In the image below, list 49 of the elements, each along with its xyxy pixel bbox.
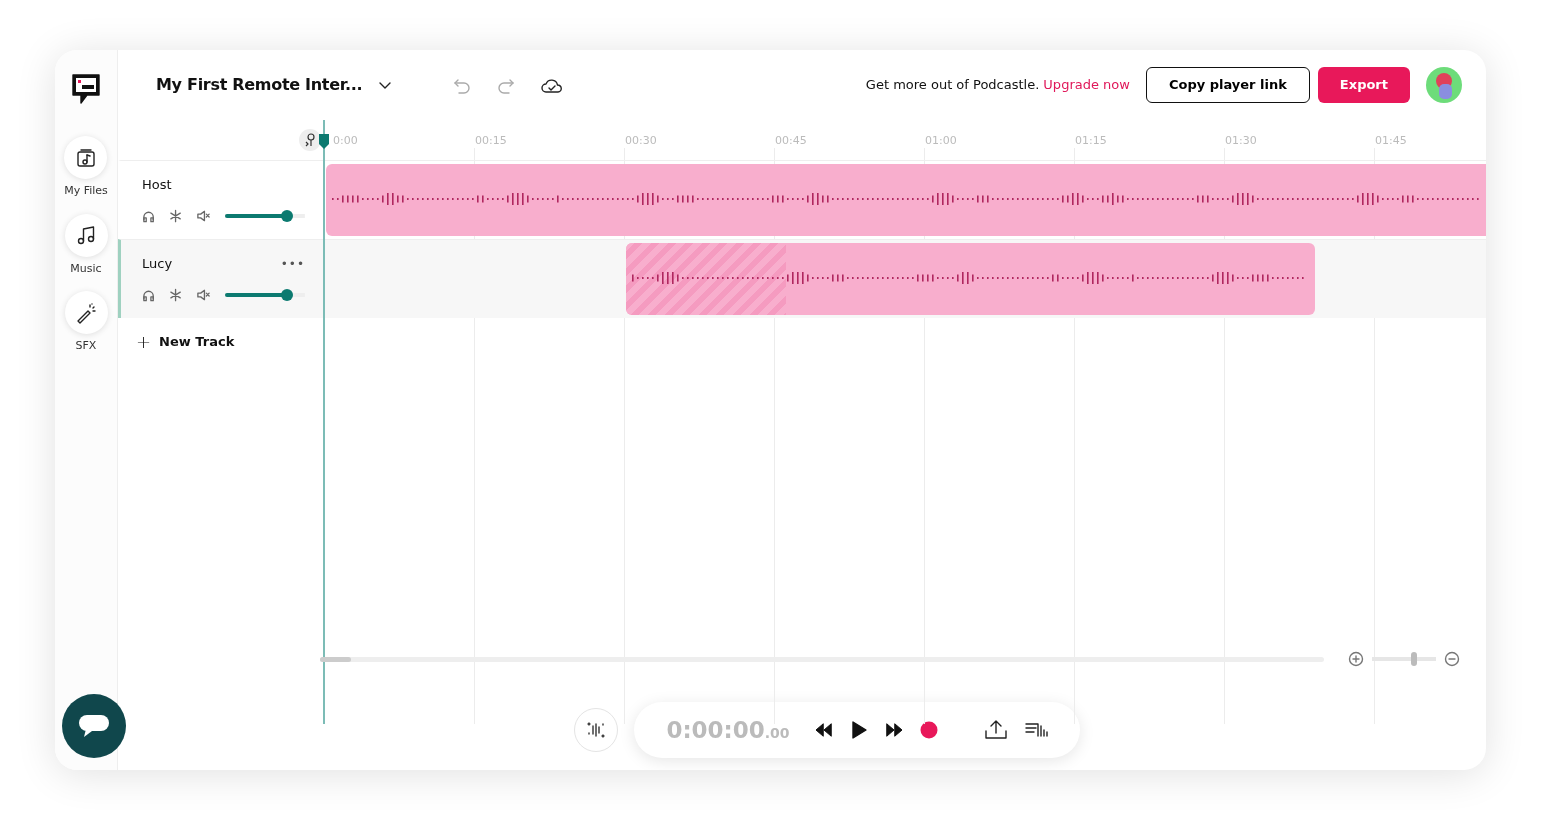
track-header[interactable]: Lucy ••• bbox=[118, 239, 323, 318]
avatar[interactable] bbox=[1426, 67, 1462, 103]
upgrade-link[interactable]: Upgrade now bbox=[1043, 75, 1130, 95]
rewind-icon[interactable] bbox=[813, 721, 834, 739]
mute-icon[interactable] bbox=[196, 287, 212, 302]
fast-forward-icon[interactable] bbox=[883, 721, 904, 739]
more-button[interactable]: ••• bbox=[280, 254, 305, 273]
ai-sound-button[interactable] bbox=[574, 708, 619, 752]
time-label: 0:00 bbox=[333, 133, 358, 149]
mute-icon[interactable] bbox=[196, 208, 212, 223]
time-label: 00:45 bbox=[775, 133, 807, 149]
music-note-icon bbox=[75, 224, 97, 246]
time-label: 01:00 bbox=[925, 133, 957, 149]
upload-icon[interactable] bbox=[983, 719, 1008, 741]
horizontal-scrollbar[interactable] bbox=[320, 656, 1324, 662]
zoom-out-icon[interactable] bbox=[1444, 651, 1460, 667]
sparkle-waveform-icon bbox=[586, 720, 607, 740]
record-button[interactable] bbox=[919, 721, 938, 739]
time-label: 01:15 bbox=[1075, 133, 1107, 149]
time-label: 01:45 bbox=[1375, 133, 1407, 149]
new-track-label[interactable]: New Track bbox=[159, 332, 235, 352]
play-icon[interactable] bbox=[849, 720, 868, 740]
music-file-icon bbox=[75, 146, 97, 169]
zoom-thumb[interactable] bbox=[1410, 652, 1417, 666]
track-name: Host bbox=[142, 176, 172, 194]
promo-text: Get more out of Podcastle. bbox=[865, 76, 1040, 95]
copy-link-button[interactable]: Copy player link bbox=[1145, 67, 1310, 103]
audio-clip[interactable] bbox=[326, 164, 1486, 236]
time-label: 00:30 bbox=[625, 133, 657, 149]
timecode-fraction: .00 bbox=[764, 724, 790, 741]
export-button[interactable]: Export bbox=[1317, 67, 1410, 103]
plus-icon[interactable]: + bbox=[136, 332, 152, 351]
audio-settings-icon[interactable] bbox=[1023, 720, 1048, 740]
snap-pin-icon[interactable] bbox=[299, 129, 321, 151]
volume-thumb[interactable] bbox=[281, 209, 294, 222]
time-label: 00:15 bbox=[475, 133, 507, 149]
audio-clip[interactable] bbox=[626, 243, 1315, 315]
time-label: 01:30 bbox=[1225, 133, 1257, 149]
volume-thumb[interactable] bbox=[281, 288, 294, 301]
magic-wand-icon bbox=[75, 301, 97, 324]
snowflake-icon[interactable] bbox=[169, 208, 183, 223]
project-title: My First Remote Inter... bbox=[156, 74, 363, 96]
playhead-handle[interactable] bbox=[318, 133, 330, 149]
zoom-in-icon[interactable] bbox=[1348, 651, 1364, 667]
timecode: 0:00:00 bbox=[666, 716, 765, 743]
chat-icon bbox=[78, 713, 110, 739]
snowflake-icon[interactable] bbox=[169, 287, 183, 302]
logo-icon bbox=[70, 72, 102, 106]
track-name: Lucy bbox=[142, 255, 173, 273]
